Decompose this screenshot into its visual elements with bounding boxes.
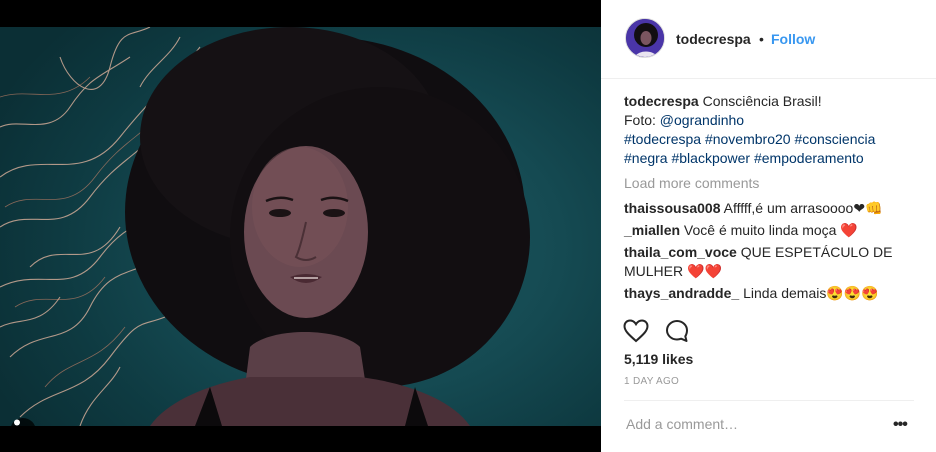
- follow-button[interactable]: Follow: [771, 31, 815, 47]
- more-options-button[interactable]: •••: [893, 416, 908, 434]
- comment-username[interactable]: _miallen: [624, 222, 680, 238]
- separator-dot: •: [759, 31, 764, 47]
- add-comment-input[interactable]: Add a comment…: [626, 416, 738, 432]
- comment-item: _miallen Você é muito linda moça ❤️: [624, 221, 914, 240]
- avatar[interactable]: [625, 18, 665, 58]
- divider: [624, 400, 914, 401]
- post-header: todecrespa • Follow: [601, 0, 936, 79]
- author-username[interactable]: todecrespa: [676, 31, 751, 47]
- caption-foto-handle[interactable]: @ograndinho: [660, 112, 744, 128]
- caption-hashtags-line2[interactable]: #negra #blackpower #empoderamento: [624, 150, 864, 166]
- caption-hashtags-line1[interactable]: #todecrespa #novembro20 #consciencia: [624, 131, 875, 147]
- comment-text: Você é muito linda moça ❤️: [683, 222, 858, 238]
- comments-section: todecrespa Consciência Brasil! Foto: @og…: [624, 92, 914, 306]
- likes-count[interactable]: 5,119 likes: [624, 351, 693, 367]
- comment-item: thaila_com_voce QUE ESPETÁCULO DE MULHER…: [624, 243, 914, 281]
- comment-bubble-icon[interactable]: [665, 319, 689, 343]
- comment-text: Afffff,é um arrasoooo❤👊: [723, 200, 883, 216]
- heart-icon[interactable]: [623, 319, 649, 343]
- caption-foto-prefix: Foto:: [624, 112, 660, 128]
- comment-item: thays_andradde_ Linda demais😍😍😍: [624, 284, 914, 303]
- comment-username[interactable]: thaila_com_voce: [624, 244, 737, 260]
- photo-illustration: [0, 27, 530, 426]
- comment-text: Linda demais😍😍😍: [743, 285, 879, 301]
- post-date[interactable]: 1 DAY AGO: [624, 376, 679, 387]
- caption-author[interactable]: todecrespa: [624, 93, 699, 109]
- comment-username[interactable]: thays_andradde_: [624, 285, 739, 301]
- post-photo[interactable]: [0, 27, 601, 426]
- caption: todecrespa Consciência Brasil! Foto: @og…: [624, 92, 914, 168]
- caption-text: Consciência Brasil!: [702, 93, 822, 109]
- photo-pane: [0, 0, 601, 452]
- comment-item: thaissousa008 Afffff,é um arrasoooo❤👊: [624, 199, 914, 218]
- comment-username[interactable]: thaissousa008: [624, 200, 721, 216]
- load-more-comments-button[interactable]: Load more comments: [624, 174, 914, 193]
- post-sidebar: todecrespa • Follow todecrespa Consciênc…: [601, 0, 936, 452]
- avatar-image: [626, 19, 664, 57]
- person-icon: [14, 419, 20, 426]
